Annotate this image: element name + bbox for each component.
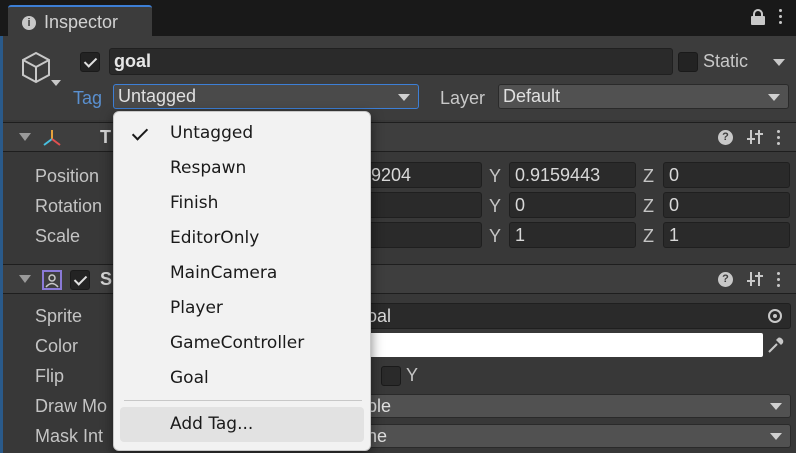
color-field[interactable] xyxy=(336,333,763,357)
menu-item-untagged[interactable]: Untagged xyxy=(114,116,372,151)
position-label: Position xyxy=(35,166,100,186)
transform-title: T xyxy=(100,127,111,147)
eyedropper-icon[interactable] xyxy=(766,335,784,355)
sprite-renderer-title: S xyxy=(100,269,113,289)
help-icon[interactable]: ? xyxy=(718,271,733,287)
scale-y-field[interactable]: 1 xyxy=(509,222,636,248)
draw-mode-label: Draw Mo xyxy=(35,396,108,416)
scale-y-axis-label: Y xyxy=(489,226,502,246)
presets-icon[interactable] xyxy=(747,129,763,145)
sprite-label: Sprite xyxy=(35,306,83,326)
flip-y-label: Y xyxy=(406,365,419,385)
rotation-y-field[interactable]: 0 xyxy=(509,192,636,218)
draw-mode-dropdown[interactable]: ple xyxy=(336,394,791,418)
rotation-z-field[interactable]: 0 xyxy=(663,192,790,218)
menu-item-gamecontroller[interactable]: GameController xyxy=(114,326,372,361)
position-y-axis-label: Y xyxy=(489,166,502,186)
icon-dropdown-arrow-icon[interactable] xyxy=(51,80,61,86)
menu-item-finish[interactable]: Finish xyxy=(114,186,372,221)
fold-arrow-icon[interactable] xyxy=(19,133,31,141)
position-y-field[interactable]: 0.9159443 xyxy=(509,162,636,188)
mask-interaction-label: Mask Int xyxy=(35,426,104,446)
static-checkbox[interactable] xyxy=(678,52,698,72)
tab-inspector-label: Inspector xyxy=(44,12,119,32)
presets-icon[interactable] xyxy=(747,271,763,287)
color-label: Color xyxy=(35,336,79,356)
transform-icon xyxy=(43,130,61,146)
tag-label: Tag xyxy=(73,88,103,108)
layer-label: Layer xyxy=(440,88,486,108)
more-options-icon[interactable] xyxy=(779,8,782,26)
scale-z-field[interactable]: 1 xyxy=(663,222,790,248)
mask-interaction-dropdown[interactable]: ne xyxy=(336,424,791,448)
chevron-down-icon xyxy=(770,433,782,440)
sprite-renderer-icon xyxy=(42,270,62,290)
menu-item-editoronly[interactable]: EditorOnly xyxy=(114,221,372,256)
object-picker-icon[interactable] xyxy=(768,309,782,323)
tab-bar: i Inspector xyxy=(0,0,796,38)
menu-item-maincamera[interactable]: MainCamera xyxy=(114,256,372,291)
position-z-field[interactable]: 0 xyxy=(663,162,790,188)
layer-dropdown[interactable]: Default xyxy=(498,84,789,109)
chevron-down-icon xyxy=(398,94,410,101)
rotation-label: Rotation xyxy=(35,196,103,216)
flip-y-checkbox[interactable] xyxy=(381,366,401,386)
gameobject-header: goal Static Tag Untagged Layer Default xyxy=(3,36,796,120)
chevron-down-icon xyxy=(768,94,780,101)
chevron-down-icon xyxy=(770,403,782,410)
static-dropdown-arrow-icon[interactable] xyxy=(773,59,785,66)
tag-dropdown-value: Untagged xyxy=(118,86,197,106)
menu-item-goal[interactable]: Goal xyxy=(114,361,372,396)
lock-icon[interactable] xyxy=(751,8,765,26)
object-name-field[interactable]: goal xyxy=(109,48,673,75)
component-menu-icon[interactable] xyxy=(777,271,780,287)
info-icon: i xyxy=(22,15,36,30)
flip-label: Flip xyxy=(35,366,65,386)
menu-item-player[interactable]: Player xyxy=(114,291,372,326)
menu-item-add-tag[interactable]: Add Tag... xyxy=(120,407,364,442)
gameobject-cube-icon[interactable] xyxy=(19,50,53,84)
sprite-field[interactable]: oal xyxy=(336,303,791,329)
sprite-renderer-enabled-checkbox[interactable] xyxy=(70,270,90,290)
menu-item-respawn[interactable]: Respawn xyxy=(114,151,372,186)
static-label: Static xyxy=(703,51,749,71)
scale-z-axis-label: Z xyxy=(643,226,654,246)
layer-dropdown-value: Default xyxy=(503,86,561,106)
position-z-axis-label: Z xyxy=(643,166,654,186)
fold-arrow-icon[interactable] xyxy=(19,275,31,283)
menu-separator xyxy=(124,400,362,401)
component-menu-icon[interactable] xyxy=(777,129,780,145)
help-icon[interactable]: ? xyxy=(718,129,733,145)
tag-dropdown-menu: Untagged Respawn Finish EditorOnly MainC… xyxy=(113,111,371,451)
scale-label: Scale xyxy=(35,226,81,246)
rotation-y-axis-label: Y xyxy=(489,196,502,216)
active-checkbox[interactable] xyxy=(80,52,100,72)
tag-dropdown[interactable]: Untagged xyxy=(113,84,419,109)
rotation-z-axis-label: Z xyxy=(643,196,654,216)
tab-inspector[interactable]: i Inspector xyxy=(8,5,152,38)
